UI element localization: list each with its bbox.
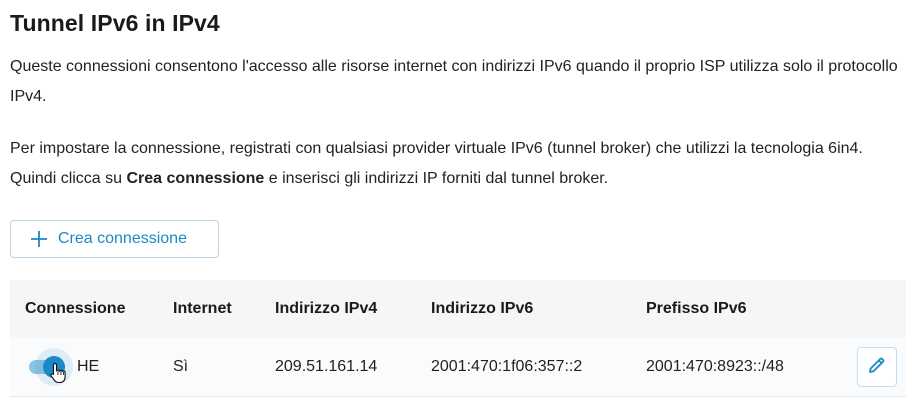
pencil-icon	[867, 355, 887, 380]
instructions-bold-text: Crea connessione	[126, 170, 265, 187]
connection-toggle[interactable]	[25, 356, 67, 384]
create-connection-label: Crea connessione	[58, 230, 187, 247]
description-paragraph: Queste connessioni consentono l'accesso …	[10, 58, 898, 105]
page: Tunnel IPv6 in IPv4 Queste connessioni c…	[0, 0, 915, 409]
ipv6-cell: 2001:470:1f06:357::2	[431, 358, 583, 375]
instructions-paragraph: Per impostare la connessione, registrati…	[10, 134, 905, 194]
column-header-ipv4: Indirizzo IPv4	[275, 300, 378, 317]
edit-button[interactable]	[857, 347, 897, 387]
create-connection-button[interactable]: Crea connessione	[10, 220, 219, 258]
ipv4-cell: 209.51.161.14	[275, 358, 378, 375]
column-header-prefix: Prefisso IPv6	[646, 300, 747, 317]
connections-table: Connessione Internet Indirizzo IPv4 Indi…	[10, 280, 906, 397]
plus-icon	[30, 230, 48, 248]
column-header-connection: Connessione	[25, 300, 126, 317]
page-title: Tunnel IPv6 in IPv4	[10, 10, 220, 36]
connection-name: HE	[77, 358, 100, 375]
actions-cell	[840, 338, 906, 396]
prefix-cell: 2001:470:8923::/48	[646, 358, 784, 375]
table-header: Connessione Internet Indirizzo IPv4 Indi…	[10, 280, 906, 338]
connection-cell: HE	[10, 356, 158, 384]
column-header-actions	[840, 280, 906, 338]
instructions-text-end: e inserisci gli indirizzi IP forniti dal…	[264, 170, 609, 187]
toggle-knob	[43, 356, 65, 378]
column-header-ipv6: Indirizzo IPv6	[431, 300, 534, 317]
column-header-internet: Internet	[173, 300, 232, 317]
table-row[interactable]: HE Sì 209.51.161.14 2001:470:1f06:357::2…	[10, 338, 906, 397]
internet-cell: Sì	[173, 358, 189, 375]
